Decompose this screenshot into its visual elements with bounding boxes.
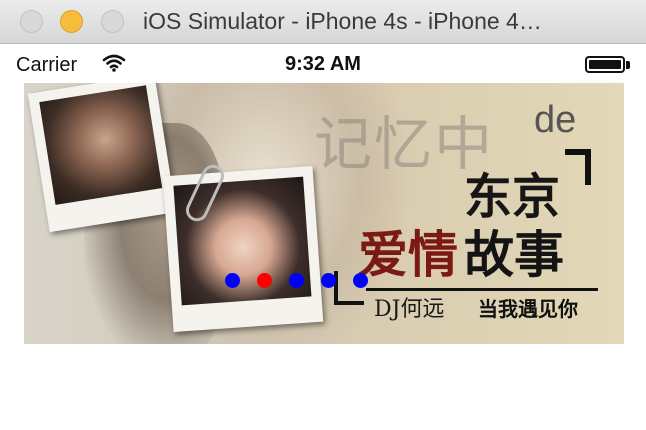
banner-dj-name: DJ何远 [374, 297, 445, 322]
page-dot[interactable] [353, 273, 368, 288]
polaroid-photo-woman [162, 165, 324, 333]
ios-status-bar: Carrier 9:32 AM [0, 45, 646, 83]
zoom-window-button[interactable] [101, 10, 124, 33]
window-title: iOS Simulator - iPhone 4s - iPhone 4… [143, 8, 542, 34]
window-titlebar: iOS Simulator - iPhone 4s - iPhone 4… [0, 0, 646, 44]
status-time: 9:32 AM [285, 53, 361, 75]
banner-carousel[interactable]: 记忆中 de 东京 爱情 故事 DJ何远 当我遇见你 [24, 83, 624, 344]
battery-icon [585, 56, 625, 73]
page-dot[interactable] [289, 273, 304, 288]
bracket-decoration-top [565, 149, 591, 185]
banner-title-story: 故事 [464, 225, 564, 284]
banner-title-de: de [534, 99, 577, 141]
banner-song-title: 当我遇见你 [478, 297, 578, 321]
banner-title-love: 爱情 [358, 225, 458, 284]
polaroid-photo-man [27, 83, 177, 233]
battery-level-fill [589, 60, 621, 69]
close-window-button[interactable] [20, 10, 43, 33]
page-dot-active[interactable] [257, 273, 272, 288]
minimize-window-button[interactable] [60, 10, 83, 33]
page-dot[interactable] [321, 273, 336, 288]
battery-tip [626, 61, 630, 69]
page-dot[interactable] [225, 273, 240, 288]
